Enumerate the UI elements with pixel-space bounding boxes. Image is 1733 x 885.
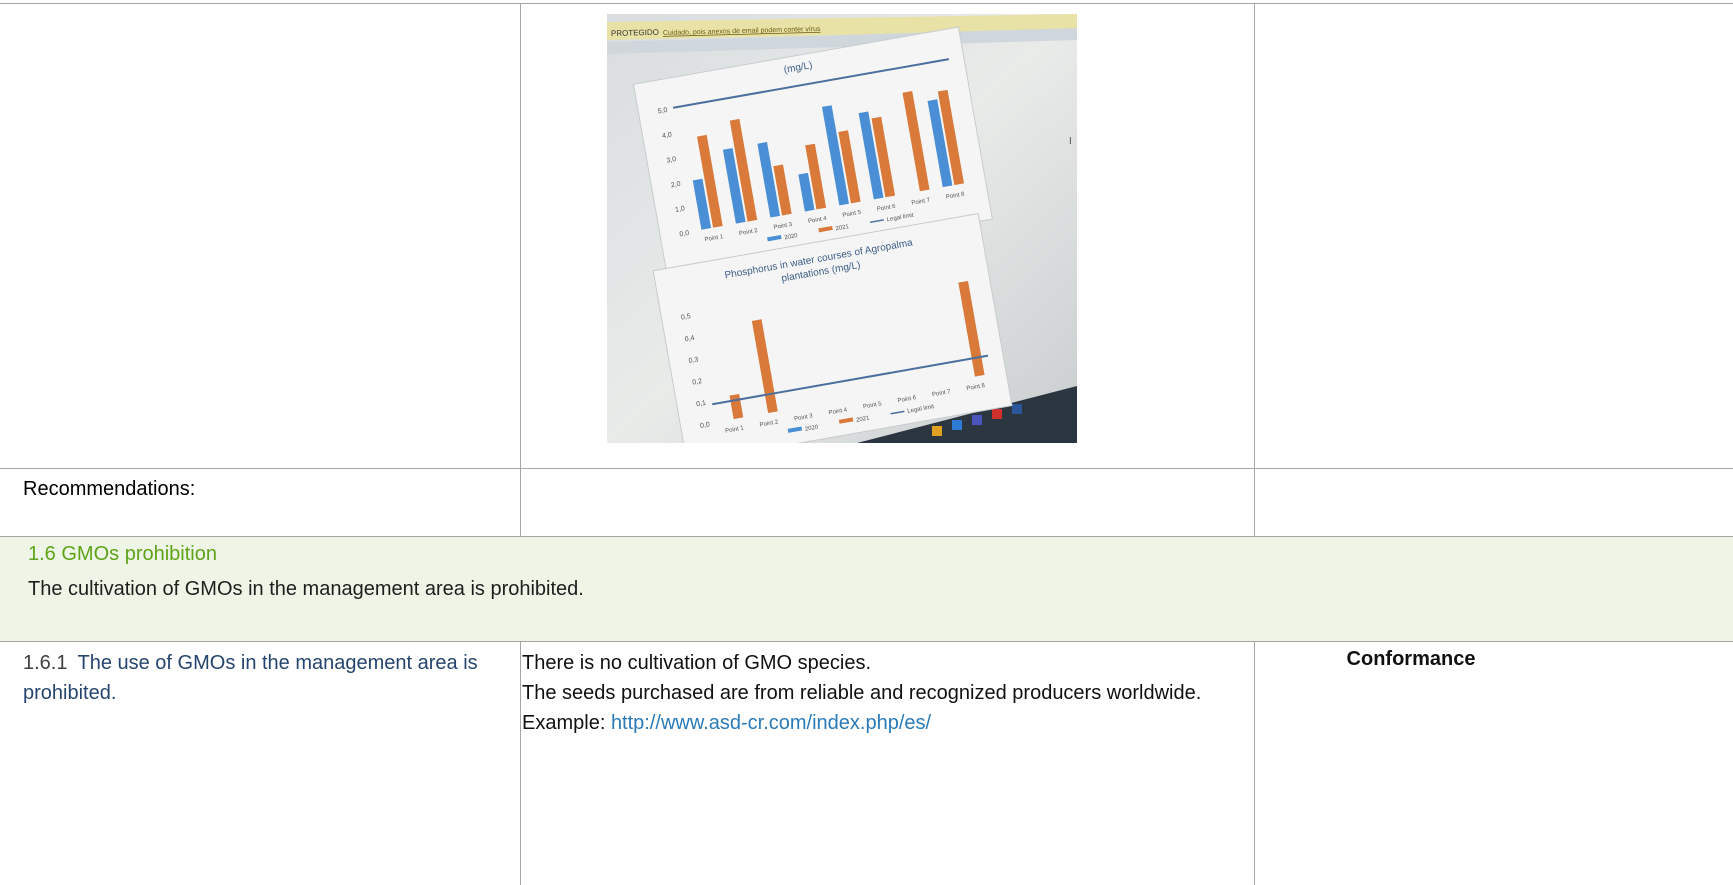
requirement-cell: 1.6.1 The use of GMOs in the management a…	[23, 648, 503, 708]
verdict-cell: Conformance	[1346, 648, 1476, 670]
taskbar-app-icon	[1012, 404, 1022, 414]
taskbar-app-icon	[992, 409, 1002, 419]
requirement-number: 1.6.1	[23, 652, 68, 674]
banner-label: PROTEGIDO	[611, 28, 659, 38]
taskbar-app-icon	[972, 415, 982, 425]
evidence-line-2: The seeds purchased are from reliable an…	[522, 682, 1202, 704]
requirement-text: The use of GMOs in the management area i…	[23, 652, 478, 704]
taskbar-app-icon	[952, 420, 962, 430]
evidence-example: Example: http://www.asd-cr.com/index.php…	[522, 708, 1242, 738]
column-divider-2	[1254, 3, 1255, 537]
taskbar-app-icon	[932, 426, 942, 436]
row-divider-photo	[0, 468, 1733, 469]
section-title: 1.6 GMOs prohibition	[28, 543, 217, 565]
table-border-top	[0, 3, 1733, 4]
evidence-line-1: There is no cultivation of GMO species.	[522, 652, 872, 674]
row-divider-section	[0, 641, 1733, 642]
evidence-photo: PROTEGIDO Cuidado, pois anexos de email …	[607, 14, 1077, 464]
example-label: Example:	[522, 712, 606, 734]
column-divider-1	[520, 3, 521, 537]
text-cursor-icon: I	[1069, 136, 1072, 147]
column-divider-1-lower	[520, 641, 521, 885]
recommendations-label: Recommendations:	[23, 478, 196, 500]
evidence-cell: There is no cultivation of GMO species. …	[522, 648, 1242, 738]
example-link[interactable]: http://www.asd-cr.com/index.php/es/	[611, 712, 931, 734]
section-description: The cultivation of GMOs in the managemen…	[28, 578, 584, 600]
row-divider-recommendations	[0, 536, 1733, 537]
column-divider-2-lower	[1254, 641, 1255, 885]
